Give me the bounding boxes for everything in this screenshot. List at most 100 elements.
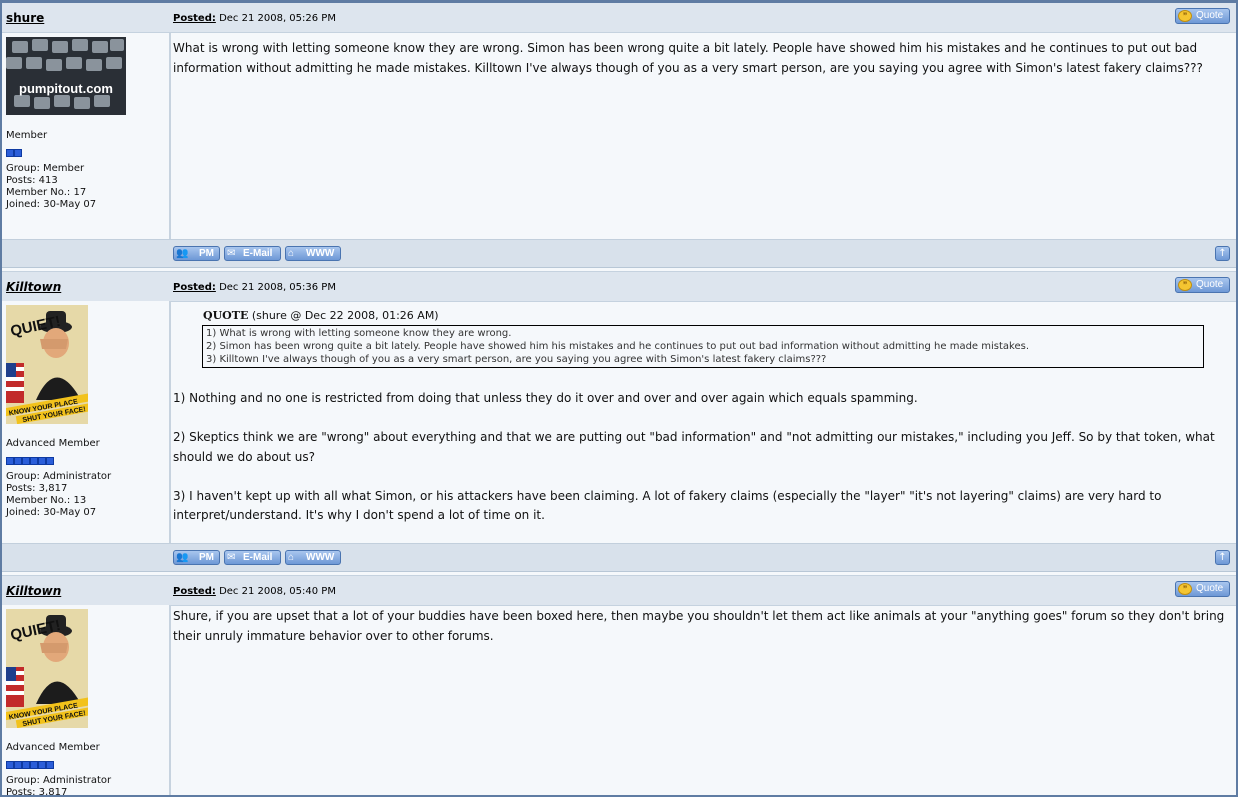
post-date: Posted: Dec 21 2008, 05:40 PM: [173, 586, 336, 597]
envelope-icon: ✉: [227, 552, 236, 563]
email-button[interactable]: ✉ E-Mail: [224, 246, 281, 261]
member-group: Group: Administrator: [6, 471, 112, 482]
rank-pip: [46, 457, 54, 465]
quote-line: 3) Killtown I've always though of you as…: [206, 354, 827, 365]
author-name[interactable]: Killtown: [6, 584, 61, 598]
rank-pip: [6, 149, 14, 157]
www-button[interactable]: ⌂ WWW: [285, 246, 341, 261]
posted-label: Posted:: [173, 282, 216, 293]
quote-line: 1) What is wrong with letting someone kn…: [206, 328, 512, 339]
post-1: shure Posted: Dec 21 2008, 05:26 PM ” Quo…: [2, 3, 1236, 269]
forum-thread: shure Posted: Dec 21 2008, 05:26 PM ” Quo…: [0, 0, 1238, 797]
post-paragraph: Shure, if you are upset that a lot of yo…: [173, 609, 1225, 643]
quote-icon: ”: [1178, 279, 1192, 291]
member-rank: Advanced Member: [6, 742, 100, 753]
users-icon: 👥: [176, 552, 189, 563]
author-sidebar: QUIET! KNOW YOUR PLACE SHUT YOUR FACE! A…: [2, 301, 171, 546]
rank-pips: [6, 142, 22, 157]
envelope-icon: ✉: [227, 248, 236, 259]
post-2: Killtown Posted: Dec 21 2008, 05:36 PM ”…: [2, 271, 1236, 575]
member-group: Group: Administrator: [6, 775, 112, 786]
post-header: shure Posted: Dec 21 2008, 05:26 PM ” Quo…: [2, 3, 1236, 33]
avatar: pumpitout.com: [6, 37, 126, 115]
quote-button[interactable]: ” Quote: [1175, 8, 1230, 24]
quiet-poster-avatar-image: QUIET! KNOW YOUR PLACE SHUT YOUR FACE!: [2, 305, 96, 425]
www-label: WWW: [306, 248, 335, 259]
member-posts: Posts: 3,817: [6, 483, 68, 494]
posted-label: Posted:: [173, 13, 216, 24]
quote-button[interactable]: ” Quote: [1175, 581, 1230, 597]
scroll-top-button[interactable]: ↑: [1215, 550, 1230, 565]
rank-pip: [38, 457, 46, 465]
post-body: 1) Nothing and no one is restricted from…: [173, 389, 1230, 526]
post-body: What is wrong with letting someone know …: [173, 39, 1230, 78]
quiet-poster-avatar-image: QUIET! KNOW YOUR PLACE SHUT YOUR FACE!: [2, 609, 96, 729]
post-date: Posted: Dec 21 2008, 05:36 PM: [173, 282, 336, 293]
quote-icon: ”: [1178, 10, 1192, 22]
rank-pip: [6, 761, 14, 769]
pm-label: PM: [199, 248, 214, 259]
rank-pips: [6, 754, 54, 769]
post-paragraph: 3) I haven't kept up with all what Simon…: [173, 488, 1162, 523]
arrow-up-icon: ↑: [1218, 248, 1227, 259]
email-label: E-Mail: [243, 552, 273, 563]
avatar: QUIET! KNOW YOUR PLACE SHUT YOUR FACE!: [2, 609, 96, 729]
quote-header: QUOTE (shure @ Dec 22 2008, 01:26 AM): [203, 309, 439, 322]
quote-icon: ”: [1178, 583, 1192, 595]
author-sidebar: QUIET! KNOW YOUR PLACE SHUT YOUR FACE! A…: [2, 605, 171, 797]
email-label: E-Mail: [243, 248, 273, 259]
rank-pips: [6, 450, 54, 465]
rank-pip: [38, 761, 46, 769]
rank-pip: [30, 761, 38, 769]
member-group: Group: Member: [6, 163, 85, 174]
member-rank: Advanced Member: [6, 438, 100, 449]
rank-pip: [30, 457, 38, 465]
rank-pip: [22, 457, 30, 465]
quoted-text-box: 1) What is wrong with letting someone kn…: [202, 325, 1204, 368]
author-sidebar: pumpitout.com Member Group: Member Posts…: [2, 33, 171, 239]
member-joined: Joined: 30-May 07: [6, 507, 97, 518]
author-name[interactable]: Killtown: [6, 280, 61, 294]
quote-button[interactable]: ” Quote: [1175, 277, 1230, 293]
member-number: Member No.: 13: [6, 495, 87, 506]
quote-line: 2) Simon has been wrong quite a bit late…: [206, 341, 1030, 352]
home-icon: ⌂: [288, 552, 295, 563]
pm-button[interactable]: 👥 PM: [173, 246, 220, 261]
quote-label: Quote: [1196, 279, 1224, 290]
rank-pip: [14, 761, 22, 769]
pm-button[interactable]: 👥 PM: [173, 550, 220, 565]
rank-pip: [6, 457, 14, 465]
scroll-top-button[interactable]: ↑: [1215, 246, 1230, 261]
post-footer: 👥 PM ✉ E-Mail ⌂ WWW ↑: [2, 543, 1236, 572]
posted-label: Posted:: [173, 586, 216, 597]
keyboard-avatar-image: pumpitout.com: [6, 37, 126, 115]
users-icon: 👥: [176, 248, 189, 259]
post-header: Killtown Posted: Dec 21 2008, 05:40 PM ”…: [2, 575, 1236, 606]
quote-label: Quote: [1196, 10, 1224, 21]
post-header: Killtown Posted: Dec 21 2008, 05:36 PM ”…: [2, 271, 1236, 302]
rank-pip: [14, 149, 22, 157]
arrow-up-icon: ↑: [1218, 552, 1227, 563]
post-body: Shure, if you are upset that a lot of yo…: [173, 607, 1230, 646]
quote-label: Quote: [1196, 583, 1224, 594]
quote-title: QUOTE: [203, 309, 249, 322]
posted-date: Dec 21 2008, 05:26 PM: [219, 13, 336, 24]
avatar-caption: pumpitout.com: [19, 81, 113, 96]
author-name[interactable]: shure: [6, 11, 44, 25]
member-rank: Member: [6, 130, 48, 141]
rank-pip: [22, 761, 30, 769]
post-3: Killtown Posted: Dec 21 2008, 05:40 PM ”…: [2, 575, 1236, 797]
member-posts: Posts: 3,817: [6, 787, 68, 797]
member-posts: Posts: 413: [6, 175, 58, 186]
rank-pip: [14, 457, 22, 465]
home-icon: ⌂: [288, 248, 295, 259]
post-date: Posted: Dec 21 2008, 05:26 PM: [173, 13, 336, 24]
member-number: Member No.: 17: [6, 187, 87, 198]
post-paragraph: 2) Skeptics think we are "wrong" about e…: [173, 430, 1215, 464]
posted-date: Dec 21 2008, 05:40 PM: [219, 586, 336, 597]
www-button[interactable]: ⌂ WWW: [285, 550, 341, 565]
www-label: WWW: [306, 552, 335, 563]
email-button[interactable]: ✉ E-Mail: [224, 550, 281, 565]
quote-source: (shure @ Dec 22 2008, 01:26 AM): [251, 309, 439, 322]
pm-label: PM: [199, 552, 214, 563]
